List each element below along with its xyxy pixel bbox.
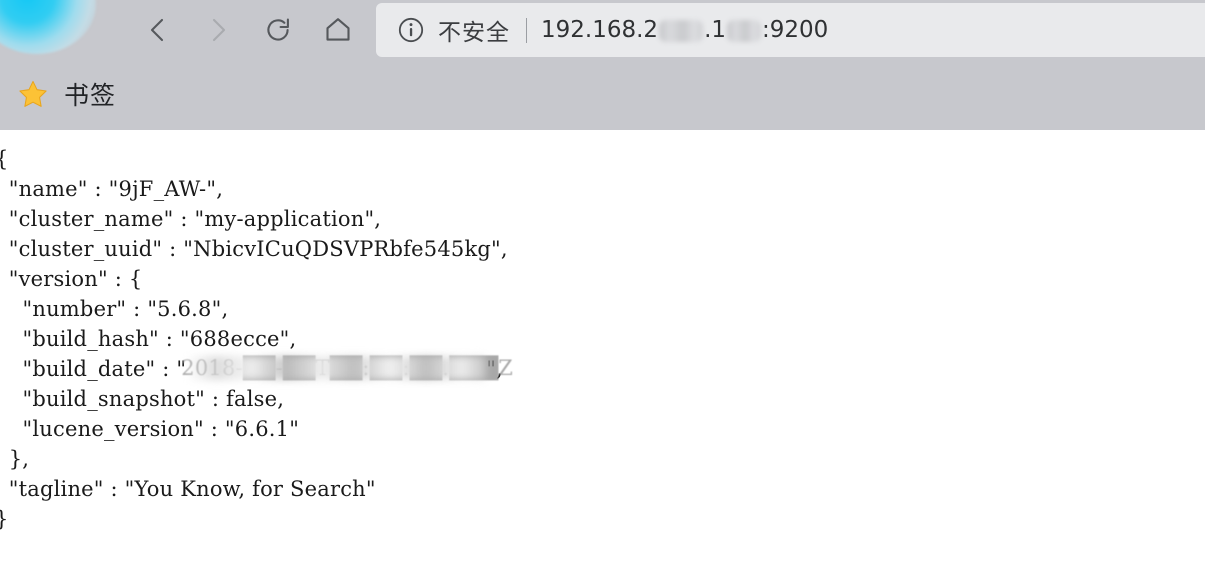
json-line-cluster-uuid: "cluster_uuid" : "NbicvICuQDSVPRbfe545kg… bbox=[0, 237, 508, 261]
address-bar[interactable]: 不安全 192.168.2 .1 :9200 bbox=[376, 3, 1205, 57]
json-line-version-close: }, bbox=[8, 447, 30, 471]
back-button[interactable] bbox=[128, 4, 188, 56]
json-response-body: { "name" : "9jF_AW-", "cluster_name" : "… bbox=[0, 130, 1205, 534]
json-line-build-date: "build_date" : "2018-██-██T██:██:██.███Z… bbox=[0, 354, 1205, 384]
bookmark-label: 书签 bbox=[64, 81, 117, 110]
json-line-build-hash: "build_hash" : "688ecce", bbox=[0, 327, 297, 351]
url-redaction-1 bbox=[659, 20, 704, 42]
url-suffix: :9200 bbox=[762, 17, 829, 43]
build-date-prefix: "build_date" : " bbox=[0, 357, 187, 381]
forward-button[interactable] bbox=[188, 4, 248, 56]
browser-chrome: 不安全 192.168.2 .1 :9200 书签 bbox=[0, 0, 1205, 130]
url-middle: .1 bbox=[704, 17, 727, 43]
url-prefix: 192.168.2 bbox=[541, 17, 659, 43]
bookmarks-bar: 书签 bbox=[0, 58, 1205, 130]
json-line-build-snapshot: "build_snapshot" : false, bbox=[0, 387, 285, 411]
browser-logo-icon bbox=[0, 0, 96, 54]
json-line-lucene-version: "lucene_version" : "6.6.1" bbox=[0, 417, 300, 441]
security-status-label: 不安全 bbox=[438, 20, 510, 46]
reload-icon bbox=[267, 18, 289, 41]
home-icon bbox=[326, 18, 350, 41]
json-line-name: "name" : "9jF_AW-", bbox=[0, 177, 224, 201]
json-line-version-open: "version" : { bbox=[0, 267, 143, 291]
json-line-tagline: "tagline" : "You Know, for Search" bbox=[0, 477, 376, 501]
info-circle-icon[interactable] bbox=[398, 17, 424, 43]
url-text[interactable]: 192.168.2 .1 :9200 bbox=[541, 17, 828, 43]
build-date-redacted-value: 2018-██-██T██:██:██.███Z bbox=[181, 356, 513, 380]
browser-window: 不安全 192.168.2 .1 :9200 书签 { "name" : "9jF_… bbox=[0, 0, 1205, 577]
json-line-number: "number" : "5.6.8", bbox=[0, 297, 229, 321]
star-icon bbox=[19, 80, 47, 107]
home-button[interactable] bbox=[308, 4, 368, 56]
json-line-close-brace: } bbox=[0, 504, 1205, 534]
address-bar-divider bbox=[526, 17, 527, 43]
chevron-right-icon bbox=[212, 18, 226, 42]
page-content: { "name" : "9jF_AW-", "cluster_name" : "… bbox=[0, 130, 1205, 577]
bookmark-item[interactable]: 书签 bbox=[8, 71, 126, 117]
build-date-blur-mask bbox=[186, 356, 487, 380]
json-line-open-brace: { bbox=[0, 144, 1205, 174]
json-line-cluster-name: "cluster_name" : "my-application", bbox=[0, 207, 382, 231]
chevron-left-icon bbox=[150, 18, 164, 42]
reload-button[interactable] bbox=[248, 4, 308, 56]
url-redaction-2 bbox=[727, 20, 762, 42]
navigation-buttons bbox=[128, 4, 368, 56]
